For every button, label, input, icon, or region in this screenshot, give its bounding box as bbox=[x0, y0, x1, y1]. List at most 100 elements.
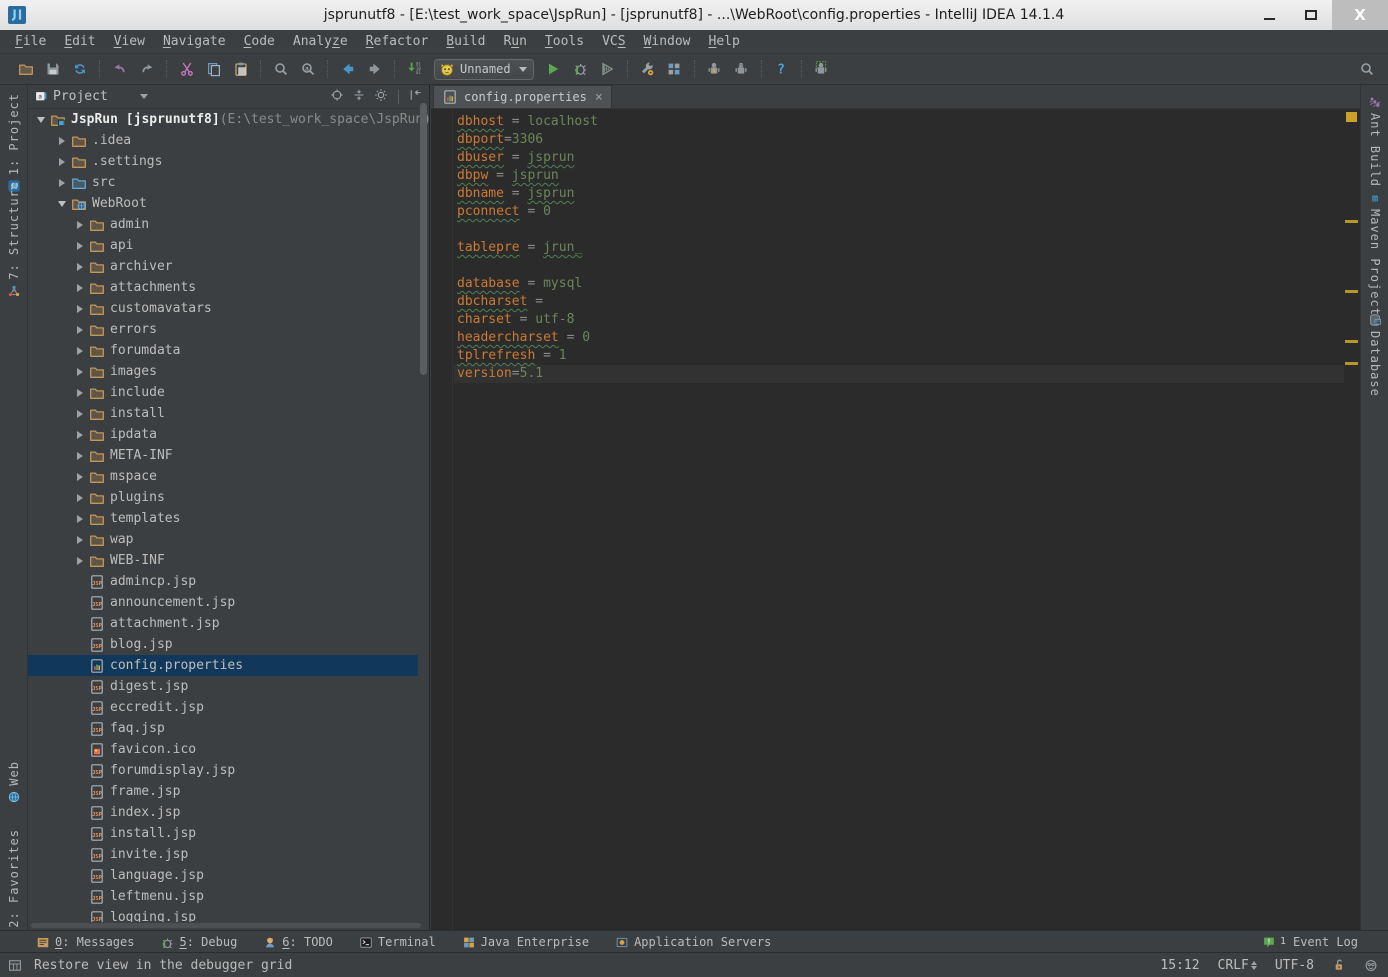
settings-button[interactable] bbox=[634, 57, 661, 81]
tree-row-customavatars[interactable]: customavatars bbox=[28, 298, 418, 319]
event-log-button[interactable]: !1Event Log bbox=[1262, 935, 1358, 949]
tree-row-admin[interactable]: admin bbox=[28, 214, 418, 235]
expand-arrow-icon[interactable] bbox=[73, 494, 86, 502]
tree-vertical-scrollbar[interactable] bbox=[420, 103, 427, 375]
tree-row-images[interactable]: images bbox=[28, 361, 418, 382]
menu-file[interactable]: File bbox=[6, 30, 55, 53]
expand-arrow-icon[interactable] bbox=[73, 284, 86, 292]
expand-arrow-icon[interactable] bbox=[73, 557, 86, 565]
redo-button[interactable] bbox=[133, 57, 160, 81]
tool-window-button-terminal[interactable]: Terminal bbox=[359, 935, 436, 949]
tree-row-install[interactable]: install bbox=[28, 403, 418, 424]
tree-row-attachments[interactable]: attachments bbox=[28, 277, 418, 298]
tree-row-templates[interactable]: templates bbox=[28, 508, 418, 529]
expand-arrow-icon[interactable] bbox=[73, 263, 86, 271]
help-button[interactable]: ? bbox=[768, 57, 795, 81]
menu-window[interactable]: Window bbox=[635, 30, 700, 53]
coverage-button[interactable] bbox=[594, 57, 621, 81]
lock-open-icon[interactable] bbox=[1332, 958, 1346, 972]
update-button[interactable]: 011001 bbox=[401, 57, 428, 81]
expand-arrow-icon[interactable] bbox=[55, 137, 68, 145]
expand-arrow-icon[interactable] bbox=[73, 326, 86, 334]
menu-navigate[interactable]: Navigate bbox=[154, 30, 235, 53]
tree-row-language.jsp[interactable]: JSPlanguage.jsp bbox=[28, 865, 418, 886]
line-separator-widget[interactable]: CRLF bbox=[1218, 958, 1257, 973]
tree-row-archiver[interactable]: archiver bbox=[28, 256, 418, 277]
gear-button[interactable] bbox=[374, 87, 388, 106]
tool-window-button-1-project[interactable]: 1: Project bbox=[0, 93, 28, 193]
expand-arrow-icon[interactable] bbox=[55, 179, 68, 187]
minimize-button[interactable] bbox=[1248, 0, 1290, 30]
tool-window-button-database[interactable]: Database bbox=[1361, 313, 1388, 397]
tree-row-mspace[interactable]: mspace bbox=[28, 466, 418, 487]
tree-row-jsprun-jsprunutf8-[interactable]: JspRun [jsprunutf8] (E:\test_work_space\… bbox=[28, 109, 418, 130]
find-button[interactable] bbox=[267, 57, 294, 81]
menu-analyze[interactable]: Analyze bbox=[284, 30, 357, 53]
tree-row-.settings[interactable]: .settings bbox=[28, 151, 418, 172]
robot-green-button[interactable] bbox=[808, 57, 835, 81]
tool-window-button-7-structure[interactable]: 7: Structure bbox=[0, 181, 28, 298]
tree-row-announcement.jsp[interactable]: JSPannouncement.jsp bbox=[28, 592, 418, 613]
tree-row-errors[interactable]: errors bbox=[28, 319, 418, 340]
expand-arrow-icon[interactable] bbox=[73, 389, 86, 397]
tree-row-admincp.jsp[interactable]: JSPadmincp.jsp bbox=[28, 571, 418, 592]
warning-stripe-mark[interactable] bbox=[1345, 220, 1358, 223]
tree-row-eccredit.jsp[interactable]: JSPeccredit.jsp bbox=[28, 697, 418, 718]
tree-row-config.properties[interactable]: config.properties bbox=[28, 655, 418, 676]
expand-arrow-icon[interactable] bbox=[73, 410, 86, 418]
debug-button[interactable] bbox=[567, 57, 594, 81]
expand-arrow-icon[interactable] bbox=[73, 242, 86, 250]
maximize-button[interactable] bbox=[1290, 0, 1332, 30]
crosshair-button[interactable] bbox=[330, 87, 344, 106]
expand-arrow-icon[interactable] bbox=[73, 452, 86, 460]
expand-arrow-icon[interactable] bbox=[73, 473, 86, 481]
tree-row-invite.jsp[interactable]: JSPinvite.jsp bbox=[28, 844, 418, 865]
expand-arrow-icon[interactable] bbox=[73, 221, 86, 229]
sync-button[interactable] bbox=[66, 57, 93, 81]
tool-window-button-web[interactable]: Web bbox=[0, 761, 28, 804]
tool-window-button-ant-build[interactable]: Ant Build bbox=[1361, 95, 1388, 187]
tool-window-button-5-debug[interactable]: 5: Debug bbox=[160, 935, 237, 949]
tree-row-install.jsp[interactable]: JSPinstall.jsp bbox=[28, 823, 418, 844]
tree-row-logging.jsp[interactable]: JSPlogging.jsp bbox=[28, 907, 418, 922]
run-configuration-combo[interactable]: Unnamed bbox=[434, 59, 534, 80]
tree-row-forumdisplay.jsp[interactable]: JSPforumdisplay.jsp bbox=[28, 760, 418, 781]
error-stripe[interactable] bbox=[1344, 109, 1360, 930]
tab-config-properties[interactable]: config.properties × bbox=[433, 85, 612, 108]
tree-row-plugins[interactable]: plugins bbox=[28, 487, 418, 508]
tool-window-button-application-servers[interactable]: Application Servers bbox=[615, 935, 771, 949]
expand-arrow-icon[interactable] bbox=[55, 158, 68, 166]
search-everywhere-button[interactable] bbox=[1353, 57, 1380, 81]
menu-code[interactable]: Code bbox=[235, 30, 284, 53]
tree-row-index.jsp[interactable]: JSPindex.jsp bbox=[28, 802, 418, 823]
expand-arrow-icon[interactable] bbox=[73, 347, 86, 355]
project-view-dropdown-icon[interactable] bbox=[140, 94, 148, 99]
tree-row-src[interactable]: src bbox=[28, 172, 418, 193]
expand-arrow-icon[interactable] bbox=[73, 536, 86, 544]
restore-grid-icon[interactable] bbox=[8, 958, 22, 972]
open-button[interactable] bbox=[12, 57, 39, 81]
tree-row-.idea[interactable]: .idea bbox=[28, 130, 418, 151]
tree-horizontal-scrollbar[interactable] bbox=[31, 923, 421, 928]
expand-arrow-icon[interactable] bbox=[73, 431, 86, 439]
tree-row-favicon.ico[interactable]: favicon.ico bbox=[28, 739, 418, 760]
warning-stripe-mark[interactable] bbox=[1345, 362, 1358, 365]
tree-row-frame.jsp[interactable]: JSPframe.jsp bbox=[28, 781, 418, 802]
tool-window-button-2-favorites[interactable]: 2: Favorites bbox=[0, 829, 28, 946]
menu-help[interactable]: Help bbox=[700, 30, 749, 53]
tree-row-ipdata[interactable]: ipdata bbox=[28, 424, 418, 445]
save-button[interactable] bbox=[39, 57, 66, 81]
tab-close-icon[interactable]: × bbox=[595, 90, 603, 105]
encoding-widget[interactable]: UTF-8 bbox=[1275, 958, 1314, 973]
run-button[interactable] bbox=[540, 57, 567, 81]
tool-window-button-java-enterprise[interactable]: Java Enterprise bbox=[462, 935, 589, 949]
expand-arrow-icon[interactable] bbox=[73, 368, 86, 376]
warning-stripe-mark[interactable] bbox=[1345, 340, 1358, 343]
menu-run[interactable]: Run bbox=[494, 30, 535, 53]
tree-row-blog.jsp[interactable]: JSPblog.jsp bbox=[28, 634, 418, 655]
robot-button[interactable] bbox=[728, 57, 755, 81]
tree-row-faq.jsp[interactable]: JSPfaq.jsp bbox=[28, 718, 418, 739]
undo-button[interactable] bbox=[106, 57, 133, 81]
copy-button[interactable] bbox=[200, 57, 227, 81]
expand-arrow-icon[interactable] bbox=[73, 305, 86, 313]
